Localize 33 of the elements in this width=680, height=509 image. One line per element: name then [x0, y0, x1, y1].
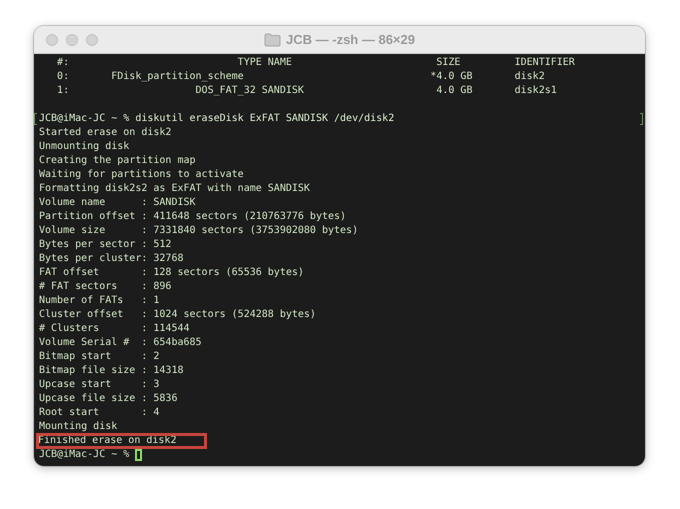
output-line: Upcase file size : 5836	[39, 392, 178, 406]
output-line: Volume Serial # : 654ba685	[39, 336, 202, 350]
output-line: Mounting disk	[39, 420, 118, 434]
table-row-text: 1: DOS_FAT_32 SANDISK 4.0 GB disk2s1	[56, 84, 557, 98]
output-line: # Clusters : 114544	[39, 322, 190, 336]
output-line: Bitmap file size : 14318	[39, 364, 184, 378]
folder-icon	[264, 32, 282, 46]
output-line: Cluster offset : 1024 sectors (524288 bytes)	[39, 308, 316, 322]
output-line: JCB@iMac-JC ~ % diskutil eraseDisk ExFAT SANDISK /dev/disk2	[39, 112, 394, 126]
output-line: Number of FATs : 1	[39, 294, 160, 308]
output-line: Bytes per cluster: 32768	[39, 252, 184, 266]
close-button[interactable]	[46, 34, 58, 46]
highlighted-line: Finished erase on disk2	[37, 434, 206, 448]
prompt: JCB@iMac-JC ~ %	[39, 448, 130, 462]
minimize-button[interactable]	[66, 34, 78, 46]
output-line: Volume size : 7331840 sectors (3753902080 bytes)	[39, 224, 358, 238]
output-line: Formatting disk2s2 as ExFAT with name SANDISK	[39, 182, 310, 196]
output-line: FAT offset : 128 sectors (65536 bytes)	[39, 266, 304, 280]
zoom-button[interactable]	[86, 34, 98, 46]
output-line: Unmounting disk	[39, 140, 130, 154]
output-line: Started erase on disk2	[39, 126, 172, 140]
output-line: Creating the partition map	[39, 154, 196, 168]
output-line: Waiting for partitions to activate	[39, 168, 244, 182]
table-row-text: 0: FDisk_partition_scheme *4.0 GB disk2	[56, 70, 545, 84]
output-line: Partition offset : 411648 sectors (210763776 bytes)	[39, 210, 346, 224]
output-line: Root start : 4	[39, 406, 160, 420]
table-header: #: TYPE NAME SIZE IDENTIFIER	[56, 56, 575, 70]
window-title: JCB — -zsh — 86×29	[286, 32, 415, 47]
output-line: Bitmap start : 2	[39, 350, 160, 364]
output-line: Upcase start : 3	[39, 378, 160, 392]
output-line: Bytes per sector : 512	[39, 238, 172, 252]
output-line: Volume name : SANDISK	[39, 196, 196, 210]
output-line: # FAT sectors : 896	[39, 280, 172, 294]
